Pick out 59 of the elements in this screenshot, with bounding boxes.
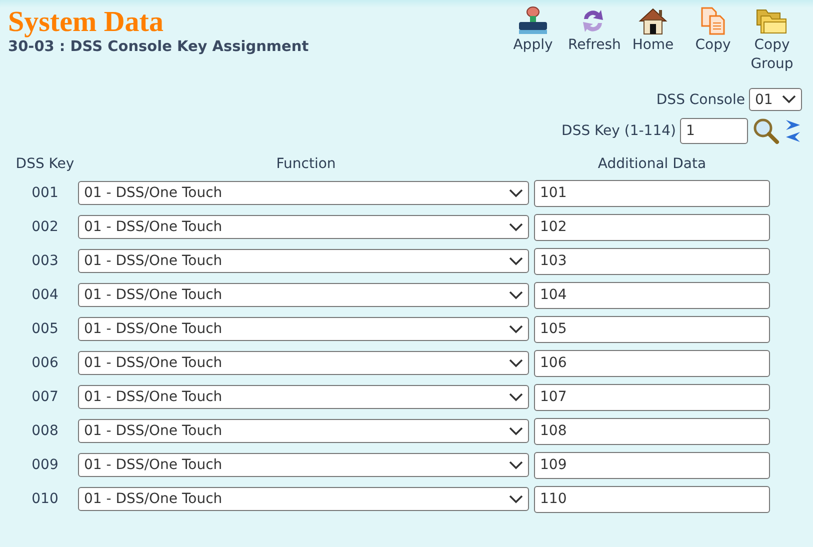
key-number: 001 [32,185,58,201]
key-number: 005 [32,321,58,337]
additional-data-field[interactable]: 105 [534,316,770,342]
function-dropdown[interactable]: 01 - DSS/One Touch [78,487,529,511]
arrows-icon[interactable] [784,118,802,144]
key-number: 007 [32,389,58,405]
column-header: Additional Data [596,155,708,174]
column-header: DSS Key [14,155,76,174]
function-dropdown[interactable]: 01 - DSS/One Touch [78,283,529,307]
additional-data-field[interactable]: 108 [534,418,770,444]
chevron-icon [509,392,523,402]
function-dropdown[interactable]: 01 - DSS/One Touch [78,249,529,273]
refresh-button[interactable]: Refresh [563,6,623,55]
function-dropdown[interactable]: 01 - DSS/One Touch [78,351,529,375]
stamp-icon [516,6,550,36]
key-number: 004 [32,287,58,303]
additional-data-field[interactable]: 102 [534,214,770,240]
function-dropdown[interactable]: 01 - DSS/One Touch [78,317,529,341]
function-dropdown[interactable]: 01 - DSS/One Touch [78,215,529,239]
search-icon[interactable] [752,117,780,145]
chevron-icon [509,222,523,232]
chevron-icon [509,324,523,334]
page-title: System Data [8,6,164,38]
additional-data-field[interactable]: 103 [534,248,770,274]
column-header: Function [275,155,337,174]
key-number: 009 [32,457,58,473]
chevron-icon [782,95,796,104]
function-dropdown[interactable]: 01 - DSS/One Touch [78,453,529,477]
apply-button[interactable]: Apply [503,6,563,55]
additional-data-field[interactable]: 101 [534,180,770,206]
key-input-field[interactable]: 1 [680,118,748,144]
page-subtitle: 30-03 : DSS Console Key Assignment [8,39,309,55]
additional-data-field[interactable]: 110 [534,486,770,512]
additional-data-field[interactable]: 106 [534,350,770,376]
chevron-icon [509,290,523,300]
console-label: DSS Console [656,92,745,108]
house-icon [637,6,669,36]
chevron-icon [509,256,523,266]
function-dropdown[interactable]: 01 - DSS/One Touch [78,181,529,205]
key-number: 003 [32,253,58,269]
additional-data-field[interactable]: 109 [534,452,770,478]
chevron-icon [509,188,523,198]
chevron-icon [509,460,523,470]
function-dropdown[interactable]: 01 - DSS/One Touch [78,419,529,443]
chevron-icon [509,426,523,436]
chevron-icon [509,358,523,368]
additional-data-field[interactable]: 107 [534,384,770,410]
key-number: 010 [32,491,58,507]
chevron-icon [509,494,523,504]
function-dropdown[interactable]: 01 - DSS/One Touch [78,385,529,409]
copy-group-button[interactable]: Copy Group [743,6,801,74]
console-dropdown[interactable]: 01 [749,88,802,111]
key-number: 002 [32,219,58,235]
copy-button[interactable]: Copy [683,6,743,55]
key-number: 006 [32,355,58,371]
key-label: DSS Key (1-114) [562,123,676,139]
additional-data-field[interactable]: 104 [534,282,770,308]
key-number: 008 [32,423,58,439]
home-button[interactable]: Home [623,6,683,55]
